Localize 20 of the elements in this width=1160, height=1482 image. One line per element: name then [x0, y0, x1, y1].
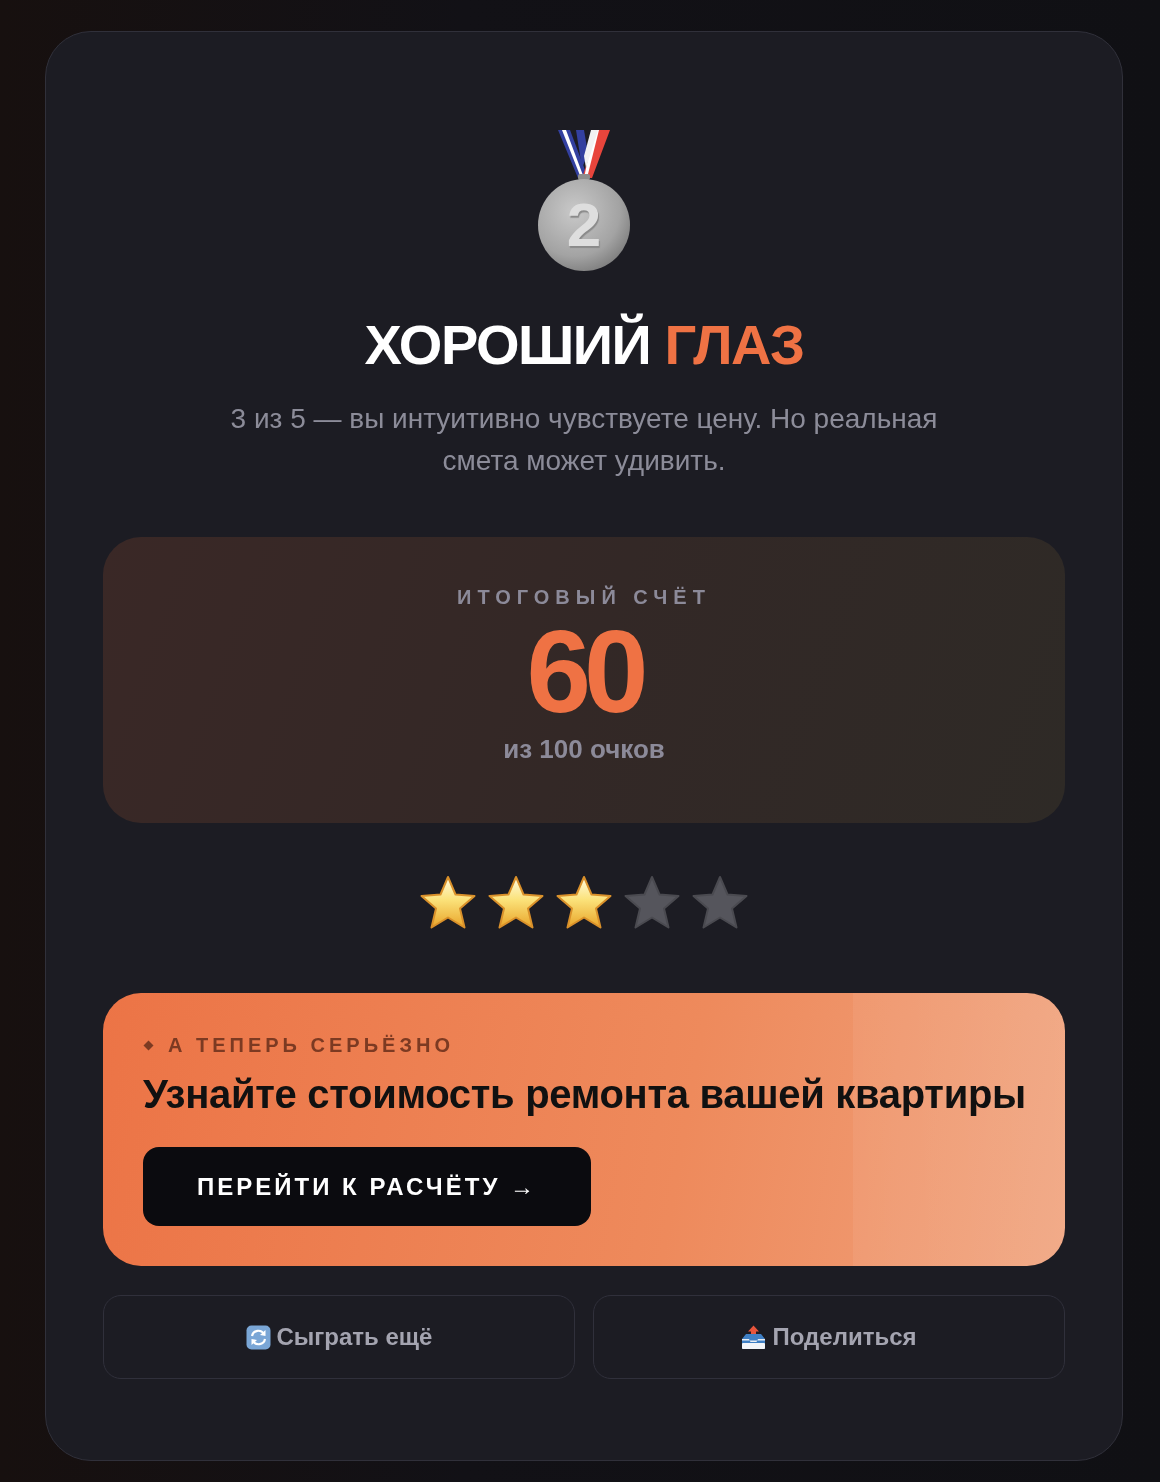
- promo-heading: Узнайте стоимость ремонта вашей квартиры: [143, 1071, 1026, 1118]
- play-again-button[interactable]: Сыграть ещё: [103, 1295, 575, 1379]
- result-title: ХОРОШИЙ ГЛАЗ: [364, 312, 804, 378]
- empty-star-icon: [691, 875, 749, 931]
- filled-star-icon: [487, 875, 545, 931]
- filled-star-icon: [419, 875, 477, 931]
- result-description: 3 из 5 — вы интуитивно чувствуете цену. Но реальная смета может удивить.: [229, 402, 939, 478]
- score-caption: из 100 очков: [503, 733, 665, 765]
- diamond-icon: [143, 1039, 154, 1051]
- medal-number: 2: [565, 190, 603, 260]
- medal-icon: [536, 128, 632, 272]
- refresh-icon: [245, 1324, 271, 1350]
- share-button[interactable]: Поделиться: [593, 1295, 1065, 1379]
- promo-eyebrow: А ТЕПЕРЬ СЕРЬЁЗНО: [168, 1033, 454, 1057]
- empty-star-icon: [623, 875, 681, 931]
- tray-arrow-icon: [741, 1324, 767, 1350]
- score-label: ИТОГОВЫЙ СЧЁТ: [457, 585, 711, 609]
- score-value: 60: [526, 619, 642, 725]
- calculate-button[interactable]: ПЕРЕЙТИ К РАСЧЁТУ →: [143, 1147, 591, 1226]
- filled-star-icon: [555, 875, 613, 931]
